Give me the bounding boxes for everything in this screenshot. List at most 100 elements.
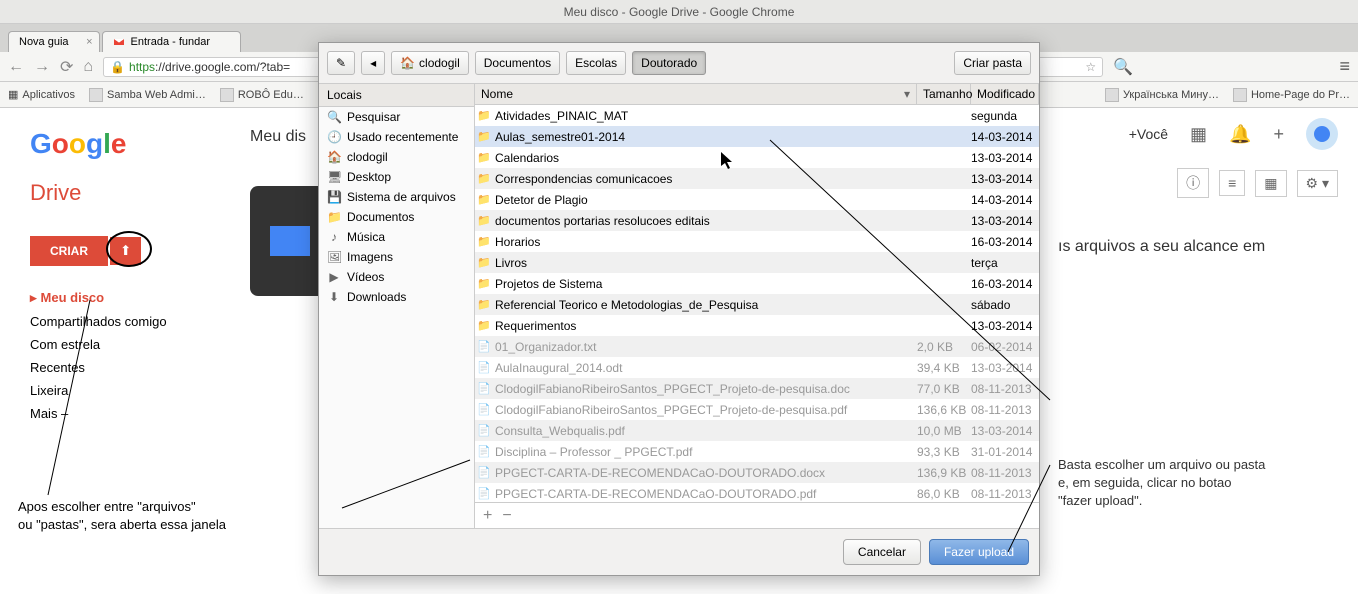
file-row[interactable]: 📄Consulta_Webqualis.pdf10,0 MB13-03-2014 bbox=[475, 420, 1039, 441]
folder-icon: 📁 bbox=[475, 130, 493, 143]
place-item[interactable]: 🖥Desktop bbox=[319, 167, 474, 187]
apps-grid-icon[interactable]: ▦ bbox=[1190, 124, 1207, 145]
place-label: Música bbox=[347, 230, 385, 244]
nav-recentes[interactable]: Recentes bbox=[30, 356, 240, 379]
upload-button[interactable]: ⬆ bbox=[110, 237, 141, 265]
file-row[interactable]: 📄ClodogilFabianoRibeiroSantos_PPGECT_Pro… bbox=[475, 399, 1039, 420]
folder-row[interactable]: 📁Livrosterça bbox=[475, 252, 1039, 273]
file-icon: 📄 bbox=[475, 340, 493, 353]
place-item[interactable]: ▶Vídeos bbox=[319, 267, 474, 287]
file-dialog: ✎ ◂ 🏠clodogil Documentos Escolas Doutora… bbox=[318, 42, 1040, 576]
home-icon: 🏠 bbox=[400, 56, 415, 70]
nav-estrela[interactable]: Com estrela bbox=[30, 333, 240, 356]
star-icon[interactable]: ☆ bbox=[1085, 60, 1096, 74]
close-icon[interactable]: × bbox=[86, 36, 92, 48]
bookmark-label: Українська Мину… bbox=[1123, 89, 1219, 101]
reload-icon[interactable]: ⟳ bbox=[60, 57, 73, 77]
file-row[interactable]: 📄ClodogilFabianoRibeiroSantos_PPGECT_Pro… bbox=[475, 378, 1039, 399]
forward-icon[interactable]: → bbox=[34, 58, 50, 76]
file-modified: 13-03-2014 bbox=[971, 214, 1039, 228]
criar-pasta-button[interactable]: Criar pasta bbox=[954, 51, 1031, 75]
file-row[interactable]: 📄Disciplina – Professor _ PPGECT.pdf93,3… bbox=[475, 441, 1039, 462]
page-icon bbox=[220, 88, 234, 102]
page-icon bbox=[1105, 88, 1119, 102]
tab-nova-guia[interactable]: Nova guia × bbox=[8, 31, 100, 52]
bookmark-ukr[interactable]: Українська Мину… bbox=[1105, 88, 1219, 102]
avatar[interactable] bbox=[1306, 118, 1338, 150]
col-name[interactable]: Nome bbox=[475, 84, 917, 104]
place-item[interactable]: 🏠clodogil bbox=[319, 147, 474, 167]
nav-meu-disco[interactable]: Meu disco bbox=[30, 286, 240, 310]
breadcrumb-doutorado[interactable]: Doutorado bbox=[632, 51, 706, 75]
file-size: 93,3 KB bbox=[917, 445, 971, 459]
breadcrumb-escolas[interactable]: Escolas bbox=[566, 51, 626, 75]
place-item[interactable]: ⬇Downloads bbox=[319, 287, 474, 307]
nav-mais[interactable]: Mais – bbox=[30, 402, 240, 425]
bookmark-samba[interactable]: Samba Web Admi… bbox=[89, 88, 206, 102]
promo-text: ıs arquivos a seu alcance em bbox=[1058, 238, 1338, 256]
plus-icon[interactable]: + bbox=[1273, 124, 1284, 145]
folder-row[interactable]: 📁Aulas_semestre01-201414-03-2014 bbox=[475, 126, 1039, 147]
voce-link[interactable]: +Você bbox=[1129, 126, 1168, 142]
file-name: 01_Organizador.txt bbox=[493, 340, 917, 354]
folder-row[interactable]: 📁documentos portarias resolucoes editais… bbox=[475, 210, 1039, 231]
col-mod[interactable]: Modificado bbox=[971, 84, 1039, 104]
nav-compartilhados[interactable]: Compartilhados comigo bbox=[30, 310, 240, 333]
grid-view-icon[interactable]: ▦ bbox=[1255, 170, 1286, 197]
folder-row[interactable]: 📁Atividades_PINAIC_MATsegunda bbox=[475, 105, 1039, 126]
place-item[interactable]: 🔍Pesquisar bbox=[319, 107, 474, 127]
apps-button[interactable]: ▦Aplicativos bbox=[8, 88, 75, 101]
annotation-left: Apos escolher entre "arquivos" ou "pasta… bbox=[18, 498, 226, 534]
folder-row[interactable]: 📁Detetor de Plagio14-03-2014 bbox=[475, 189, 1039, 210]
gear-icon[interactable]: ⚙ ▾ bbox=[1297, 170, 1338, 197]
file-row[interactable]: 📄PPGECT-CARTA-DE-RECOMENDACaO-DOUTORADO.… bbox=[475, 483, 1039, 502]
file-modified: 16-03-2014 bbox=[971, 277, 1039, 291]
folder-row[interactable]: 📁Calendarios13-03-2014 bbox=[475, 147, 1039, 168]
fazer-upload-button[interactable]: Fazer upload bbox=[929, 539, 1029, 565]
cancel-button[interactable]: Cancelar bbox=[843, 539, 921, 565]
file-modified: segunda bbox=[971, 109, 1039, 123]
place-item[interactable]: ♪Música bbox=[319, 227, 474, 247]
place-item[interactable]: 💾Sistema de arquivos bbox=[319, 187, 474, 207]
folder-row[interactable]: 📁Requerimentos13-03-2014 bbox=[475, 315, 1039, 336]
file-row[interactable]: 📄01_Organizador.txt2,0 KB06-02-2014 bbox=[475, 336, 1039, 357]
back-icon[interactable]: ← bbox=[8, 58, 24, 76]
bookmark-robo[interactable]: ROBÔ Edu… bbox=[220, 88, 304, 102]
place-item[interactable]: 📁Documentos bbox=[319, 207, 474, 227]
file-size: 77,0 KB bbox=[917, 382, 971, 396]
menu-icon[interactable]: ≡ bbox=[1339, 56, 1350, 77]
edit-path-button[interactable]: ✎ bbox=[327, 51, 355, 75]
place-label: Desktop bbox=[347, 170, 391, 184]
place-item[interactable]: 🖼Imagens bbox=[319, 247, 474, 267]
file-modified: 08-11-2013 bbox=[971, 466, 1039, 480]
home-icon[interactable]: ⌂ bbox=[83, 58, 93, 76]
folder-row[interactable]: 📁Horarios16-03-2014 bbox=[475, 231, 1039, 252]
file-icon: 📄 bbox=[475, 466, 493, 479]
place-item[interactable]: 🕘Usado recentemente bbox=[319, 127, 474, 147]
remove-icon[interactable]: − bbox=[502, 507, 511, 525]
breadcrumb-documentos[interactable]: Documentos bbox=[475, 51, 560, 75]
back-button[interactable]: ◂ bbox=[361, 51, 385, 75]
file-name: Horarios bbox=[493, 235, 917, 249]
list-view-icon[interactable]: ≡ bbox=[1219, 170, 1245, 196]
folder-row[interactable]: 📁Projetos de Sistema16-03-2014 bbox=[475, 273, 1039, 294]
file-row[interactable]: 📄PPGECT-CARTA-DE-RECOMENDACaO-DOUTORADO.… bbox=[475, 462, 1039, 483]
place-label: Usado recentemente bbox=[347, 130, 458, 144]
url-rest: ://drive.google.com/?tab= bbox=[155, 60, 290, 74]
col-size[interactable]: Tamanho bbox=[917, 84, 971, 104]
tab-gmail[interactable]: Entrada - fundar bbox=[102, 31, 242, 52]
file-row[interactable]: 📄AulaInaugural_2014.odt39,4 KB13-03-2014 bbox=[475, 357, 1039, 378]
apps-label: Aplicativos bbox=[22, 89, 75, 101]
zoom-icon[interactable]: 🔍 bbox=[1113, 57, 1133, 77]
breadcrumb-clodogil[interactable]: 🏠clodogil bbox=[391, 51, 469, 75]
drive-nav: Meu disco Compartilhados comigo Com estr… bbox=[30, 286, 240, 425]
info-icon[interactable]: ⓘ bbox=[1177, 168, 1209, 198]
nav-lixeira[interactable]: Lixeira bbox=[30, 379, 240, 402]
folder-row[interactable]: 📁Correspondencias comunicacoes13-03-2014 bbox=[475, 168, 1039, 189]
place-icon: 💾 bbox=[327, 190, 341, 204]
bookmark-homepage[interactable]: Home-Page do Pr… bbox=[1233, 88, 1350, 102]
bell-icon[interactable]: 🔔 bbox=[1229, 124, 1251, 145]
folder-row[interactable]: 📁Referencial Teorico e Metodologias_de_P… bbox=[475, 294, 1039, 315]
add-icon[interactable]: + bbox=[483, 507, 492, 525]
criar-button[interactable]: CRIAR bbox=[30, 236, 108, 266]
